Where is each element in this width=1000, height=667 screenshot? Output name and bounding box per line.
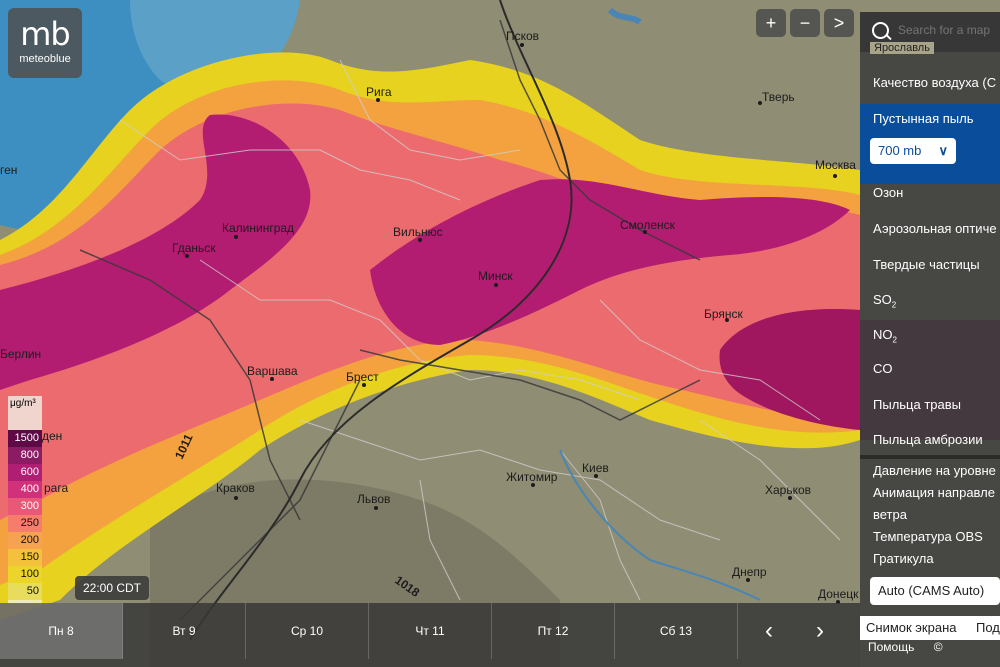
city-label-dresden-part: ден [42,429,62,443]
so2-label: SO [873,292,892,307]
overlay-wind-animation[interactable]: Анимация направле [860,482,1000,504]
level-select-value: 700 mb [878,143,922,158]
chevron-down-icon: ∨ [938,143,948,158]
search-input[interactable] [896,22,1000,38]
city-label-kaliningrad: Калининград [222,221,294,235]
timeline-prev-button[interactable]: ‹ [757,619,781,643]
timeline-next-button[interactable]: › [808,619,832,643]
help-link[interactable]: Помощь [868,640,914,654]
layer-ragweed-pollen[interactable]: Пыльца амброзии [860,425,1000,455]
legend-step: 200 [8,532,42,549]
dust-map[interactable]: Псков Рига Тверь Москва Калининград Гдан… [0,0,1000,667]
logo-mark: mb [20,15,70,53]
legend-step: 1500 [8,430,42,447]
legend-step: 150 [8,549,42,566]
no2-subscript: 2 [892,335,897,345]
city-label-bryansk: Брянск [704,307,744,321]
layer-no2[interactable]: NO2 [860,320,1000,350]
city-label-copenhagen-part: ген [0,163,17,177]
overlay-pressure[interactable]: Давление на уровне [860,460,1000,482]
timeline-day[interactable]: Пт 12 [492,603,615,659]
city-label-dnipro: Днепр [732,565,767,579]
search-icon[interactable] [872,22,889,39]
city-label-minsk: Минск [478,269,513,283]
timeline-day[interactable]: Вт 9 [123,603,246,659]
layer-co[interactable]: CO [860,354,1000,384]
search-location-hint: Ярославль [870,42,934,54]
layer-so2[interactable]: SO2 [860,285,1000,315]
city-label-warsaw: Варшава [247,364,298,378]
layer-grass-pollen[interactable]: Пыльца травы [860,390,1000,420]
city-label-donetsk: Донецк [818,587,859,601]
city-label-krakow: Краков [216,481,255,495]
help-row: Помощь © [868,640,943,654]
expand-panel-button[interactable]: > [824,9,854,37]
timeline-day[interactable]: Сб 13 [615,603,738,659]
legend-unit: μg/m³ [10,398,36,409]
timeline-day[interactable]: Ср 10 [246,603,369,659]
legend-step: 600 [8,464,42,481]
city-label-prague-part: рага [44,481,68,495]
layer-aerosol[interactable]: Аэрозольная оптиче [860,214,1000,244]
legend-step: 800 [8,447,42,464]
action-bar: Снимок экрана Под [860,616,1000,640]
share-button[interactable]: Под [976,616,1000,640]
city-label-pskov: Псков [506,29,539,43]
legend-step: 250 [8,515,42,532]
city-label-moscow: Москва [815,158,856,172]
city-label-riga: Рига [366,85,392,99]
legend-step: 400 [8,481,42,498]
so2-subscript: 2 [891,300,897,310]
time-badge: 22:00 CDT [75,576,149,600]
layer-air-quality[interactable]: Качество воздуха (C [860,68,1000,98]
color-legend: μg/m³ 1500 800 600 400 300 250 200 150 100 50 [8,396,42,604]
meteoblue-logo[interactable]: mb meteoblue [8,8,82,78]
copyright-link[interactable]: © [934,640,943,654]
layer-sidebar: Ярославль Качество воздуха (C Пустынная … [860,12,1000,667]
legend-step: 50 [8,583,42,600]
timeline-bar: Сб 13 Пт 12 Чт 11 Ср 10 Вт 9 Пн 8 ‹ › [0,603,860,667]
overlay-graticule[interactable]: Гратикула [860,548,1000,570]
zoom-in-button[interactable]: + [756,9,786,37]
model-select[interactable]: Auto (CAMS Auto) [870,577,1000,605]
layer-desert-dust-label[interactable]: Пустынная пыль [860,104,1000,134]
overlay-temperature-obs[interactable]: Температура OBS [860,526,1000,548]
overlay-wind-animation-cont[interactable]: ветра [860,504,1000,526]
legend-step: 100 [8,566,42,583]
layer-particulates[interactable]: Твердые частицы [860,250,1000,280]
layer-ozone[interactable]: Озон [860,178,1000,208]
logo-wordmark: meteoblue [19,53,71,65]
timeline-day[interactable]: Чт 11 [369,603,492,659]
level-select[interactable]: 700 mb ∨ [870,138,956,164]
city-label-vilnius: Вильнюс [393,225,443,239]
city-label-zhytomyr: Житомир [506,470,558,484]
city-label-berlin: Берлин [0,347,41,361]
screenshot-button[interactable]: Снимок экрана [866,616,957,640]
city-label-gdansk: Гданьск [172,241,216,255]
city-label-smolensk: Смоленск [620,218,676,232]
legend-step: 300 [8,498,42,515]
city-label-lviv: Львов [357,492,390,506]
map-search: Ярославль [860,12,1000,54]
zoom-out-button[interactable]: − [790,9,820,37]
city-label-kyiv: Киев [582,461,609,475]
city-label-tver: Тверь [762,90,795,104]
city-label-kharkiv: Харьков [765,483,811,497]
sidebar-divider [860,455,1000,459]
city-label-brest: Брест [346,370,379,384]
no2-label: NO [873,327,893,342]
timeline-day[interactable]: Пн 8 [0,603,123,659]
